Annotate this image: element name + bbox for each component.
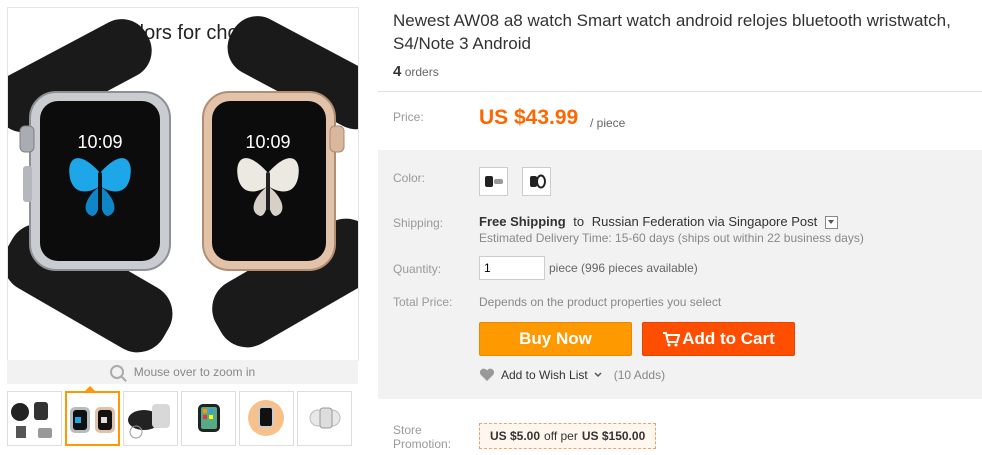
thumbnail-4[interactable] [181,391,236,446]
price-unit: / piece [590,116,626,130]
add-to-cart-button[interactable]: Add to Cart [642,322,795,356]
color-option-1[interactable] [479,167,508,196]
thumbnail-strip [7,391,352,446]
shipping-label: Shipping: [393,216,444,230]
zoom-hint-text: Mouse over to zoom in [133,365,256,379]
quantity-label: Quantity: [393,262,442,276]
promotion-threshold: US $150.00 [581,429,646,443]
price-label: Price: [393,110,424,124]
orders-number: 4 [393,63,402,80]
shipping-to: to [573,214,585,229]
color-label: Color: [393,171,426,185]
price-value: US $43.99 [479,106,579,129]
shipping-line: Free Shipping to Russian Federation via … [479,214,838,230]
quantity-availability: piece (996 pieces available) [549,261,698,275]
thumbnail-6[interactable] [297,391,352,446]
thumbnail-1[interactable] [7,391,62,446]
store-promotion-label: Store Promotion: [393,423,452,451]
zoom-hint-bar: Mouse over to zoom in [7,360,358,384]
color-option-2[interactable] [522,167,551,196]
main-product-image[interactable]: 4 colors for choice 10:09 10:09 [7,7,359,361]
magnifier-icon [109,365,124,379]
orders-label: orders [404,65,439,79]
promotion-off-per: off per [544,429,578,443]
chevron-down-icon[interactable] [594,372,602,378]
orders-count: 4 orders [393,63,439,80]
buy-now-button[interactable]: Buy Now [479,322,632,356]
shipping-destination[interactable]: Russian Federation via Singapore Post [592,214,817,229]
thumbnail-5[interactable] [239,391,294,446]
store-promotion-tag[interactable]: US $5.00 off per US $150.00 [479,423,657,449]
wish-count: (10 Adds) [613,368,666,382]
divider [378,91,982,92]
watch-pair-illustration: 10:09 10:09 [8,16,358,353]
quantity-input[interactable] [479,256,545,280]
shipping-dropdown-icon[interactable] [824,216,838,230]
product-title: Newest AW08 a8 watch Smart watch android… [393,11,951,53]
add-to-cart-label: Add to Cart [682,329,775,348]
thumbnail-3[interactable] [123,391,178,446]
right-watch-time: 10:09 [245,132,290,152]
delivery-estimate: Estimated Delivery Time: 15-60 days (shi… [479,231,864,245]
thumbnail-2[interactable] [65,391,120,446]
total-price-note: Depends on the product properties you se… [479,295,722,309]
total-price-label: Total Price: [393,295,453,309]
promotion-amount: US $5.00 [490,429,541,443]
cart-icon [663,332,681,347]
add-to-wish-list-link[interactable]: Add to Wish List [501,368,588,382]
free-shipping-text: Free Shipping [479,214,566,229]
wish-list-row: Add to Wish List (10 Adds) [479,368,665,382]
left-watch-time: 10:09 [77,132,122,152]
heart-icon[interactable] [479,368,495,382]
